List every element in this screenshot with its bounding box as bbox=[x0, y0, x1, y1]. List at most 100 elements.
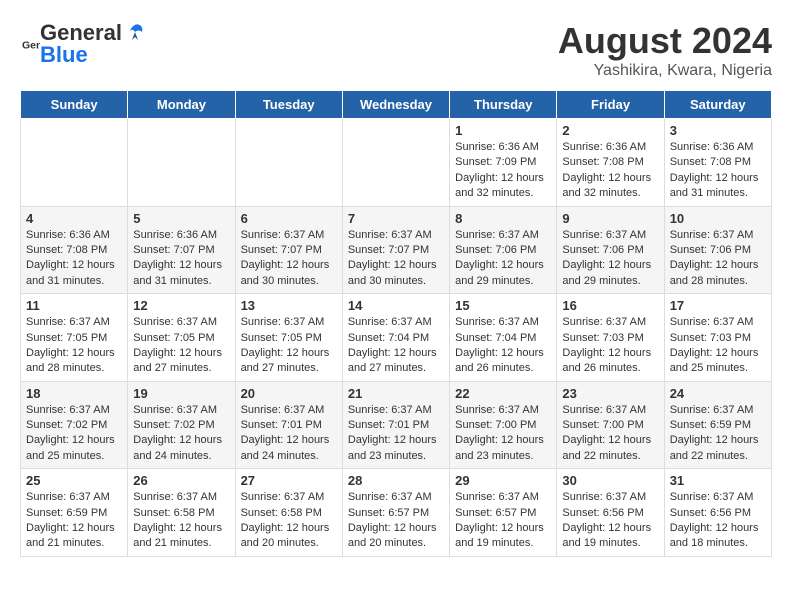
day-of-week-header: Tuesday bbox=[235, 91, 342, 119]
day-number: 13 bbox=[241, 298, 337, 313]
calendar-week-row: 25Sunrise: 6:37 AMSunset: 6:59 PMDayligh… bbox=[21, 469, 772, 557]
cell-content: Sunrise: 6:37 AMSunset: 7:04 PMDaylight:… bbox=[455, 315, 551, 377]
cell-content: Sunrise: 6:37 AMSunset: 7:06 PMDaylight:… bbox=[455, 228, 551, 290]
day-number: 15 bbox=[455, 298, 551, 313]
cell-content: Sunrise: 6:36 AMSunset: 7:07 PMDaylight:… bbox=[133, 228, 229, 290]
day-number: 23 bbox=[562, 386, 658, 401]
calendar-cell bbox=[128, 119, 235, 207]
calendar-cell: 7 Sunrise: 6:37 AMSunset: 7:07 PMDaylight… bbox=[342, 206, 449, 294]
calendar-cell: 19 Sunrise: 6:37 AMSunset: 7:02 PMDayligh… bbox=[128, 381, 235, 469]
day-number: 7 bbox=[348, 211, 444, 226]
calendar-cell: 22 Sunrise: 6:37 AMSunset: 7:00 PMDayligh… bbox=[450, 381, 557, 469]
calendar-cell: 20 Sunrise: 6:37 AMSunset: 7:01 PMDayligh… bbox=[235, 381, 342, 469]
calendar-cell: 1Sunrise: 6:36 AMSunset: 7:09 PMDaylight… bbox=[450, 119, 557, 207]
calendar-cell bbox=[342, 119, 449, 207]
day-number: 25 bbox=[26, 473, 122, 488]
cell-content: Sunrise: 6:37 AMSunset: 7:01 PMDaylight:… bbox=[241, 403, 337, 465]
location-subtitle: Yashikira, Kwara, Nigeria bbox=[558, 62, 772, 80]
cell-content: Sunrise: 6:37 AMSunset: 7:03 PMDaylight:… bbox=[562, 315, 658, 377]
day-of-week-header: Monday bbox=[128, 91, 235, 119]
calendar-cell bbox=[21, 119, 128, 207]
calendar-cell: 6Sunrise: 6:37 AMSunset: 7:07 PMDaylight… bbox=[235, 206, 342, 294]
day-number: 8 bbox=[455, 211, 551, 226]
day-number: 24 bbox=[670, 386, 766, 401]
svg-text:General: General bbox=[22, 40, 40, 52]
calendar-cell: 8 Sunrise: 6:37 AMSunset: 7:06 PMDaylight… bbox=[450, 206, 557, 294]
calendar-cell: 17Sunrise: 6:37 AMSunset: 7:03 PMDayligh… bbox=[664, 294, 771, 382]
cell-content: Sunrise: 6:37 AMSunset: 7:07 PMDaylight:… bbox=[241, 228, 337, 290]
calendar-cell: 25Sunrise: 6:37 AMSunset: 6:59 PMDayligh… bbox=[21, 469, 128, 557]
calendar-cell: 28Sunrise: 6:37 AMSunset: 6:57 PMDayligh… bbox=[342, 469, 449, 557]
calendar-cell: 26 Sunrise: 6:37 AMSunset: 6:58 PMDayligh… bbox=[128, 469, 235, 557]
day-number: 9 bbox=[562, 211, 658, 226]
day-of-week-header: Thursday bbox=[450, 91, 557, 119]
calendar-cell: 18 Sunrise: 6:37 AMSunset: 7:02 PMDayligh… bbox=[21, 381, 128, 469]
day-number: 22 bbox=[455, 386, 551, 401]
calendar-cell: 27Sunrise: 6:37 AMSunset: 6:58 PMDayligh… bbox=[235, 469, 342, 557]
calendar-cell: 31 Sunrise: 6:37 AMSunset: 6:56 PMDayligh… bbox=[664, 469, 771, 557]
day-number: 16 bbox=[562, 298, 658, 313]
day-number: 1 bbox=[455, 123, 551, 138]
day-number: 4 bbox=[26, 211, 122, 226]
cell-content: Sunrise: 6:37 AMSunset: 7:05 PMDaylight:… bbox=[26, 315, 122, 377]
cell-content: Sunrise: 6:37 AMSunset: 6:56 PMDaylight:… bbox=[670, 490, 766, 552]
day-number: 5 bbox=[133, 211, 229, 226]
day-number: 3 bbox=[670, 123, 766, 138]
day-number: 18 bbox=[26, 386, 122, 401]
calendar-table: SundayMondayTuesdayWednesdayThursdayFrid… bbox=[20, 90, 772, 557]
cell-content: Sunrise: 6:37 AMSunset: 6:59 PMDaylight:… bbox=[670, 403, 766, 465]
logo-bird-icon bbox=[124, 22, 146, 44]
cell-content: Sunrise: 6:37 AMSunset: 7:02 PMDaylight:… bbox=[133, 403, 229, 465]
calendar-week-row: 4 Sunrise: 6:36 AMSunset: 7:08 PMDaylight… bbox=[21, 206, 772, 294]
cell-content: Sunrise: 6:37 AMSunset: 7:00 PMDaylight:… bbox=[455, 403, 551, 465]
calendar-cell: 21 Sunrise: 6:37 AMSunset: 7:01 PMDayligh… bbox=[342, 381, 449, 469]
day-number: 10 bbox=[670, 211, 766, 226]
calendar-cell: 29Sunrise: 6:37 AMSunset: 6:57 PMDayligh… bbox=[450, 469, 557, 557]
cell-content: Sunrise: 6:36 AMSunset: 7:08 PMDaylight:… bbox=[26, 228, 122, 290]
calendar-week-row: 11 Sunrise: 6:37 AMSunset: 7:05 PMDayligh… bbox=[21, 294, 772, 382]
calendar-cell: 12Sunrise: 6:37 AMSunset: 7:05 PMDayligh… bbox=[128, 294, 235, 382]
calendar-cell: 2Sunrise: 6:36 AMSunset: 7:08 PMDaylight… bbox=[557, 119, 664, 207]
day-of-week-header: Friday bbox=[557, 91, 664, 119]
day-number: 26 bbox=[133, 473, 229, 488]
calendar-cell: 24 Sunrise: 6:37 AMSunset: 6:59 PMDayligh… bbox=[664, 381, 771, 469]
calendar-cell: 14 Sunrise: 6:37 AMSunset: 7:04 PMDayligh… bbox=[342, 294, 449, 382]
day-number: 21 bbox=[348, 386, 444, 401]
day-number: 19 bbox=[133, 386, 229, 401]
cell-content: Sunrise: 6:37 AMSunset: 7:05 PMDaylight:… bbox=[241, 315, 337, 377]
cell-content: Sunrise: 6:36 AMSunset: 7:08 PMDaylight:… bbox=[562, 140, 658, 202]
day-number: 20 bbox=[241, 386, 337, 401]
cell-content: Sunrise: 6:37 AMSunset: 7:02 PMDaylight:… bbox=[26, 403, 122, 465]
cell-content: Sunrise: 6:37 AMSunset: 6:56 PMDaylight:… bbox=[562, 490, 658, 552]
day-of-week-header: Sunday bbox=[21, 91, 128, 119]
calendar-week-row: 1Sunrise: 6:36 AMSunset: 7:09 PMDaylight… bbox=[21, 119, 772, 207]
cell-content: Sunrise: 6:37 AMSunset: 7:01 PMDaylight:… bbox=[348, 403, 444, 465]
calendar-cell: 5 Sunrise: 6:36 AMSunset: 7:07 PMDaylight… bbox=[128, 206, 235, 294]
cell-content: Sunrise: 6:37 AMSunset: 6:57 PMDaylight:… bbox=[348, 490, 444, 552]
calendar-header-row: SundayMondayTuesdayWednesdayThursdayFrid… bbox=[21, 91, 772, 119]
logo: General General Blue bbox=[20, 20, 146, 68]
cell-content: Sunrise: 6:37 AMSunset: 6:58 PMDaylight:… bbox=[133, 490, 229, 552]
calendar-cell: 9Sunrise: 6:37 AMSunset: 7:06 PMDaylight… bbox=[557, 206, 664, 294]
cell-content: Sunrise: 6:37 AMSunset: 7:07 PMDaylight:… bbox=[348, 228, 444, 290]
day-number: 14 bbox=[348, 298, 444, 313]
logo-icon: General bbox=[22, 35, 40, 53]
calendar-cell bbox=[235, 119, 342, 207]
calendar-cell: 4 Sunrise: 6:36 AMSunset: 7:08 PMDaylight… bbox=[21, 206, 128, 294]
calendar-cell: 30Sunrise: 6:37 AMSunset: 6:56 PMDayligh… bbox=[557, 469, 664, 557]
cell-content: Sunrise: 6:37 AMSunset: 7:04 PMDaylight:… bbox=[348, 315, 444, 377]
cell-content: Sunrise: 6:37 AMSunset: 7:03 PMDaylight:… bbox=[670, 315, 766, 377]
cell-content: Sunrise: 6:36 AMSunset: 7:08 PMDaylight:… bbox=[670, 140, 766, 202]
day-number: 29 bbox=[455, 473, 551, 488]
cell-content: Sunrise: 6:37 AMSunset: 7:00 PMDaylight:… bbox=[562, 403, 658, 465]
calendar-cell: 3 Sunrise: 6:36 AMSunset: 7:08 PMDaylight… bbox=[664, 119, 771, 207]
calendar-week-row: 18 Sunrise: 6:37 AMSunset: 7:02 PMDayligh… bbox=[21, 381, 772, 469]
day-number: 12 bbox=[133, 298, 229, 313]
title-block: August 2024 Yashikira, Kwara, Nigeria bbox=[558, 20, 772, 80]
cell-content: Sunrise: 6:37 AMSunset: 7:06 PMDaylight:… bbox=[670, 228, 766, 290]
page-header: General General Blue August 2024 Yashiki… bbox=[20, 20, 772, 80]
day-number: 11 bbox=[26, 298, 122, 313]
day-number: 31 bbox=[670, 473, 766, 488]
calendar-cell: 23 Sunrise: 6:37 AMSunset: 7:00 PMDayligh… bbox=[557, 381, 664, 469]
calendar-cell: 13 Sunrise: 6:37 AMSunset: 7:05 PMDayligh… bbox=[235, 294, 342, 382]
